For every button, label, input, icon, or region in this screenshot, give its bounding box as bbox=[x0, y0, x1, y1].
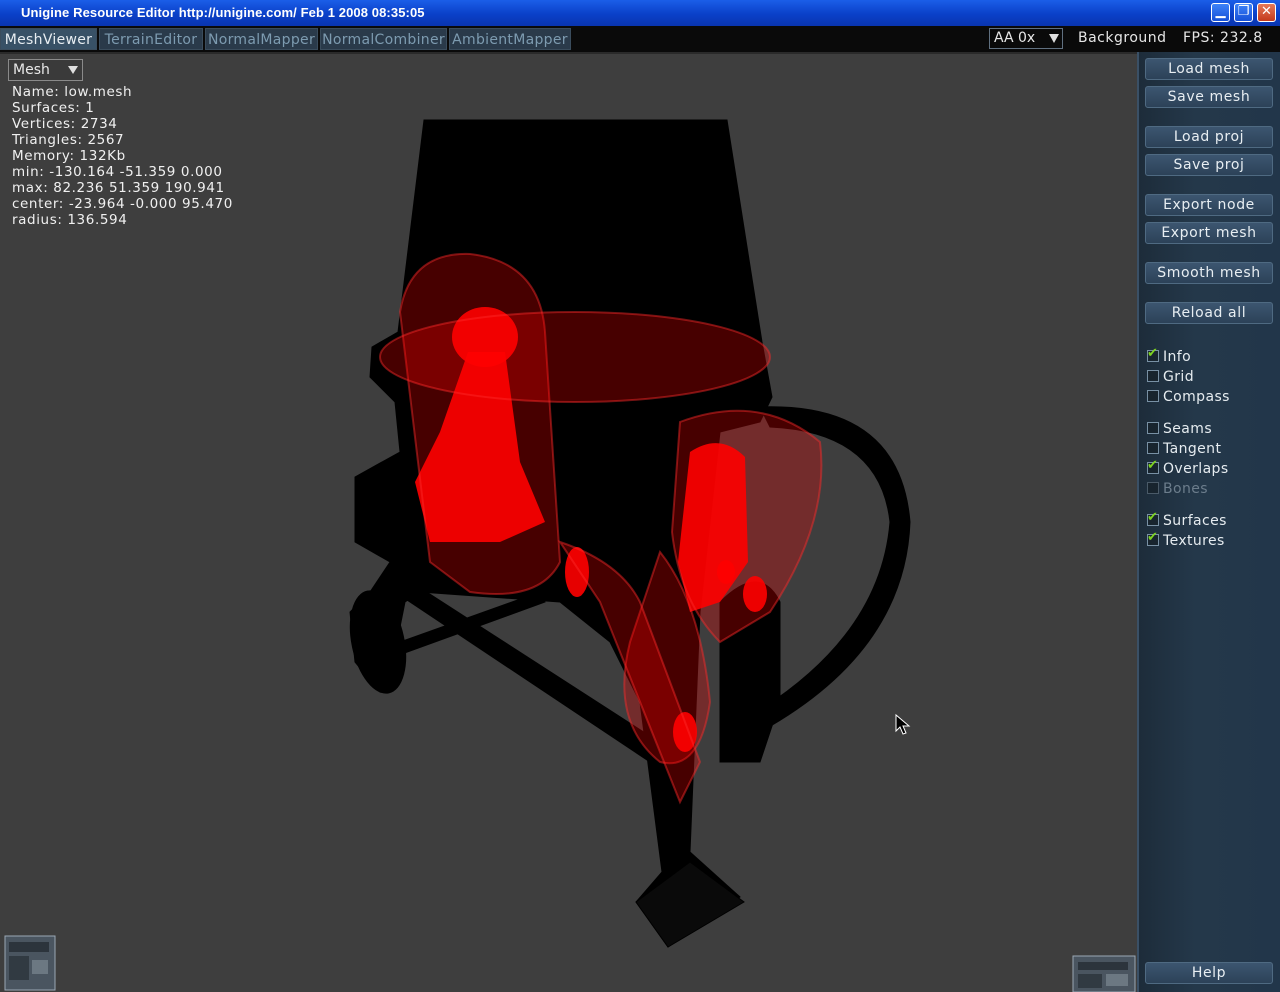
overlaps-checkbox[interactable]: Overlaps bbox=[1147, 457, 1229, 478]
checkbox-empty-icon bbox=[1147, 370, 1159, 382]
info-checkbox[interactable]: Info bbox=[1147, 345, 1192, 366]
antialiasing-value: AA 0x bbox=[994, 30, 1036, 46]
bottom-left-thumbnail bbox=[4, 935, 56, 991]
tab-normalcombiner[interactable]: NormalCombiner bbox=[320, 28, 447, 50]
bottom-right-thumbnail bbox=[1072, 955, 1136, 992]
fps-readout: FPS: 232.8 bbox=[1183, 30, 1263, 46]
info-memory: Memory: 132Kb bbox=[12, 148, 126, 164]
chevron-down-icon bbox=[68, 66, 78, 74]
info-min: min: -130.164 -51.359 0.000 bbox=[12, 164, 223, 180]
grid-checkbox[interactable]: Grid bbox=[1147, 368, 1194, 386]
surfaces-checkbox[interactable]: Surfaces bbox=[1147, 509, 1227, 530]
save-proj-button[interactable]: Save proj bbox=[1145, 154, 1273, 176]
minimize-button[interactable]: ▁ bbox=[1211, 3, 1230, 22]
textures-checkbox[interactable]: Textures bbox=[1147, 529, 1225, 550]
surfaces-checkbox-label: Surfaces bbox=[1163, 513, 1227, 529]
info-checkbox-label: Info bbox=[1163, 349, 1192, 365]
checkbox-empty-icon bbox=[1147, 390, 1159, 402]
tab-normalmapper[interactable]: NormalMapper bbox=[205, 28, 318, 50]
mesh-info-panel: Name: low.mesh Surfaces: 1 Vertices: 273… bbox=[12, 84, 233, 228]
grid-checkbox-label: Grid bbox=[1163, 369, 1194, 385]
info-center: center: -23.964 -0.000 95.470 bbox=[12, 196, 233, 212]
seams-checkbox[interactable]: Seams bbox=[1147, 420, 1212, 438]
tab-ambientmapper[interactable]: AmbientMapper bbox=[449, 28, 571, 50]
tab-meshviewer[interactable]: MeshViewer bbox=[0, 28, 97, 50]
textures-checkbox-label: Textures bbox=[1163, 533, 1225, 549]
bones-checkbox: Bones bbox=[1147, 480, 1208, 498]
reload-all-button[interactable]: Reload all bbox=[1145, 302, 1273, 324]
info-triangles: Triangles: 2567 bbox=[12, 132, 125, 148]
chevron-down-icon bbox=[1049, 34, 1059, 43]
checkbox-checked-icon bbox=[1147, 457, 1159, 475]
seams-checkbox-label: Seams bbox=[1163, 421, 1213, 437]
tangent-checkbox-label: Tangent bbox=[1163, 441, 1222, 457]
mode-select[interactable]: Mesh bbox=[8, 59, 83, 81]
background-button[interactable]: Background bbox=[1078, 30, 1167, 46]
load-proj-button[interactable]: Load proj bbox=[1145, 126, 1273, 148]
checkbox-empty-icon bbox=[1147, 482, 1159, 494]
window-title: Unigine Resource Editor http://unigine.c… bbox=[21, 5, 425, 20]
smooth-mesh-button[interactable]: Smooth mesh bbox=[1145, 262, 1273, 284]
export-node-button[interactable]: Export node bbox=[1145, 194, 1273, 216]
checkbox-empty-icon bbox=[1147, 422, 1159, 434]
compass-checkbox[interactable]: Compass bbox=[1147, 388, 1230, 406]
checkbox-checked-icon bbox=[1147, 529, 1159, 547]
info-vertices: Vertices: 2734 bbox=[12, 116, 118, 132]
checkbox-empty-icon bbox=[1147, 442, 1159, 454]
info-max: max: 82.236 51.359 190.941 bbox=[12, 180, 225, 196]
overlaps-checkbox-label: Overlaps bbox=[1163, 461, 1229, 477]
side-panel: Load mesh Save mesh Load proj Save proj … bbox=[1137, 52, 1280, 992]
compass-checkbox-label: Compass bbox=[1163, 389, 1230, 405]
info-radius: radius: 136.594 bbox=[12, 212, 128, 228]
close-button[interactable]: ✕ bbox=[1257, 3, 1276, 22]
mesh-viewport[interactable]: Mesh Name: low.mesh Surfaces: 1 Vertices… bbox=[0, 52, 1137, 992]
save-mesh-button[interactable]: Save mesh bbox=[1145, 86, 1273, 108]
maximize-button[interactable]: ❐ bbox=[1234, 3, 1253, 22]
info-surfaces: Surfaces: 1 bbox=[12, 100, 95, 116]
tangent-checkbox[interactable]: Tangent bbox=[1147, 440, 1221, 458]
checkbox-checked-icon bbox=[1147, 345, 1159, 363]
export-mesh-button[interactable]: Export mesh bbox=[1145, 222, 1273, 244]
mode-select-value: Mesh bbox=[13, 62, 50, 78]
info-name: Name: low.mesh bbox=[12, 84, 133, 100]
tab-terraineditor[interactable]: TerrainEditor bbox=[99, 28, 203, 50]
bones-checkbox-label: Bones bbox=[1163, 481, 1208, 497]
load-mesh-button[interactable]: Load mesh bbox=[1145, 58, 1273, 80]
antialiasing-select[interactable]: AA 0x bbox=[989, 28, 1063, 49]
checkbox-checked-icon bbox=[1147, 509, 1159, 527]
help-button[interactable]: Help bbox=[1145, 962, 1273, 984]
title-bar[interactable]: Unigine Resource Editor http://unigine.c… bbox=[0, 0, 1280, 26]
